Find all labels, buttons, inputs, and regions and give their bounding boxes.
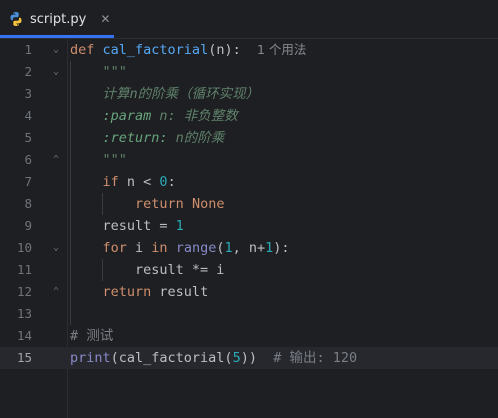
code-line[interactable]: 12 ⌃ return result bbox=[0, 281, 498, 303]
code-text: :param n: 非负整数 bbox=[102, 108, 238, 124]
code-text: result *= i bbox=[135, 262, 225, 278]
line-number: 8 bbox=[24, 196, 32, 211]
code-line[interactable]: 4 :param n: 非负整数 bbox=[0, 105, 498, 127]
code-editor[interactable]: 1 ⌄ def cal_factorial(n): 1 个用法 2 ⌄ """ … bbox=[0, 39, 498, 418]
tab-script-py[interactable]: script.py ✕ bbox=[8, 6, 110, 32]
line-number: 2 bbox=[24, 64, 32, 79]
code-text: return None bbox=[135, 196, 225, 212]
line-number: 10 bbox=[16, 240, 32, 255]
code-text: def cal_factorial(n): 1 个用法 bbox=[70, 42, 307, 58]
line-number: 3 bbox=[24, 86, 32, 101]
code-text: :return: n的阶乘 bbox=[102, 130, 225, 146]
editor-tab-bar: script.py ✕ bbox=[0, 0, 498, 39]
close-tab-icon[interactable]: ✕ bbox=[100, 12, 110, 26]
code-line[interactable]: 3 计算n的阶乘（循环实现） bbox=[0, 83, 498, 105]
line-number: 12 bbox=[16, 284, 32, 299]
line-number: 4 bbox=[24, 108, 32, 123]
line-number: 5 bbox=[24, 130, 32, 145]
fold-chevron-icon[interactable]: ⌄ bbox=[53, 39, 59, 61]
line-number: 15 bbox=[16, 350, 32, 365]
current-code-line[interactable]: 15 print(cal_factorial(5)) # 输出: 120 bbox=[0, 347, 498, 369]
fold-chevron-icon[interactable]: ⌄ bbox=[53, 237, 59, 259]
line-number: 7 bbox=[24, 174, 32, 189]
line-number: 13 bbox=[16, 306, 32, 321]
code-line[interactable]: 1 ⌄ def cal_factorial(n): 1 个用法 bbox=[0, 39, 498, 61]
code-text: print(cal_factorial(5)) # 输出: 120 bbox=[70, 350, 358, 366]
keyword: def bbox=[70, 42, 95, 58]
fold-chevron-icon[interactable]: ⌄ bbox=[53, 61, 59, 83]
code-text: 计算n的阶乘（循环实现） bbox=[102, 86, 260, 102]
code-line[interactable]: 14 # 测试 bbox=[0, 325, 498, 347]
code-line[interactable]: 7 if n < 0: bbox=[0, 171, 498, 193]
code-line[interactable]: 10 ⌄ for i in range(1, n+1): bbox=[0, 237, 498, 259]
code-line[interactable]: 9 result = 1 bbox=[0, 215, 498, 237]
line-number: 9 bbox=[24, 218, 32, 233]
code-text: """ bbox=[102, 64, 127, 80]
line-number: 11 bbox=[16, 262, 32, 277]
code-text: return result bbox=[102, 284, 209, 300]
code-text: """ bbox=[102, 152, 127, 168]
tab-label: script.py bbox=[30, 11, 87, 27]
active-tab-indicator bbox=[0, 35, 114, 38]
code-text: result = 1 bbox=[102, 218, 184, 234]
code-line[interactable]: 8 return None bbox=[0, 193, 498, 215]
line-number: 6 bbox=[24, 152, 32, 167]
function-name: cal_factorial bbox=[102, 42, 209, 58]
fold-end-icon[interactable]: ⌃ bbox=[53, 149, 59, 171]
line-number: 14 bbox=[16, 328, 32, 343]
code-line[interactable]: 6 ⌃ """ bbox=[0, 149, 498, 171]
line-number: 1 bbox=[24, 42, 32, 57]
code-text: if n < 0: bbox=[102, 174, 176, 190]
code-line[interactable]: 13 bbox=[0, 303, 498, 325]
usage-hint[interactable]: 1 个用法 bbox=[257, 42, 306, 57]
code-text: for i in range(1, n+1): bbox=[102, 240, 290, 256]
code-comment: # 测试 bbox=[70, 328, 114, 344]
fold-end-icon[interactable]: ⌃ bbox=[53, 281, 59, 303]
code-line[interactable]: 11 result *= i bbox=[0, 259, 498, 281]
code-line[interactable]: 5 :return: n的阶乘 bbox=[0, 127, 498, 149]
python-file-icon bbox=[10, 12, 22, 26]
code-line[interactable]: 2 ⌄ """ bbox=[0, 61, 498, 83]
